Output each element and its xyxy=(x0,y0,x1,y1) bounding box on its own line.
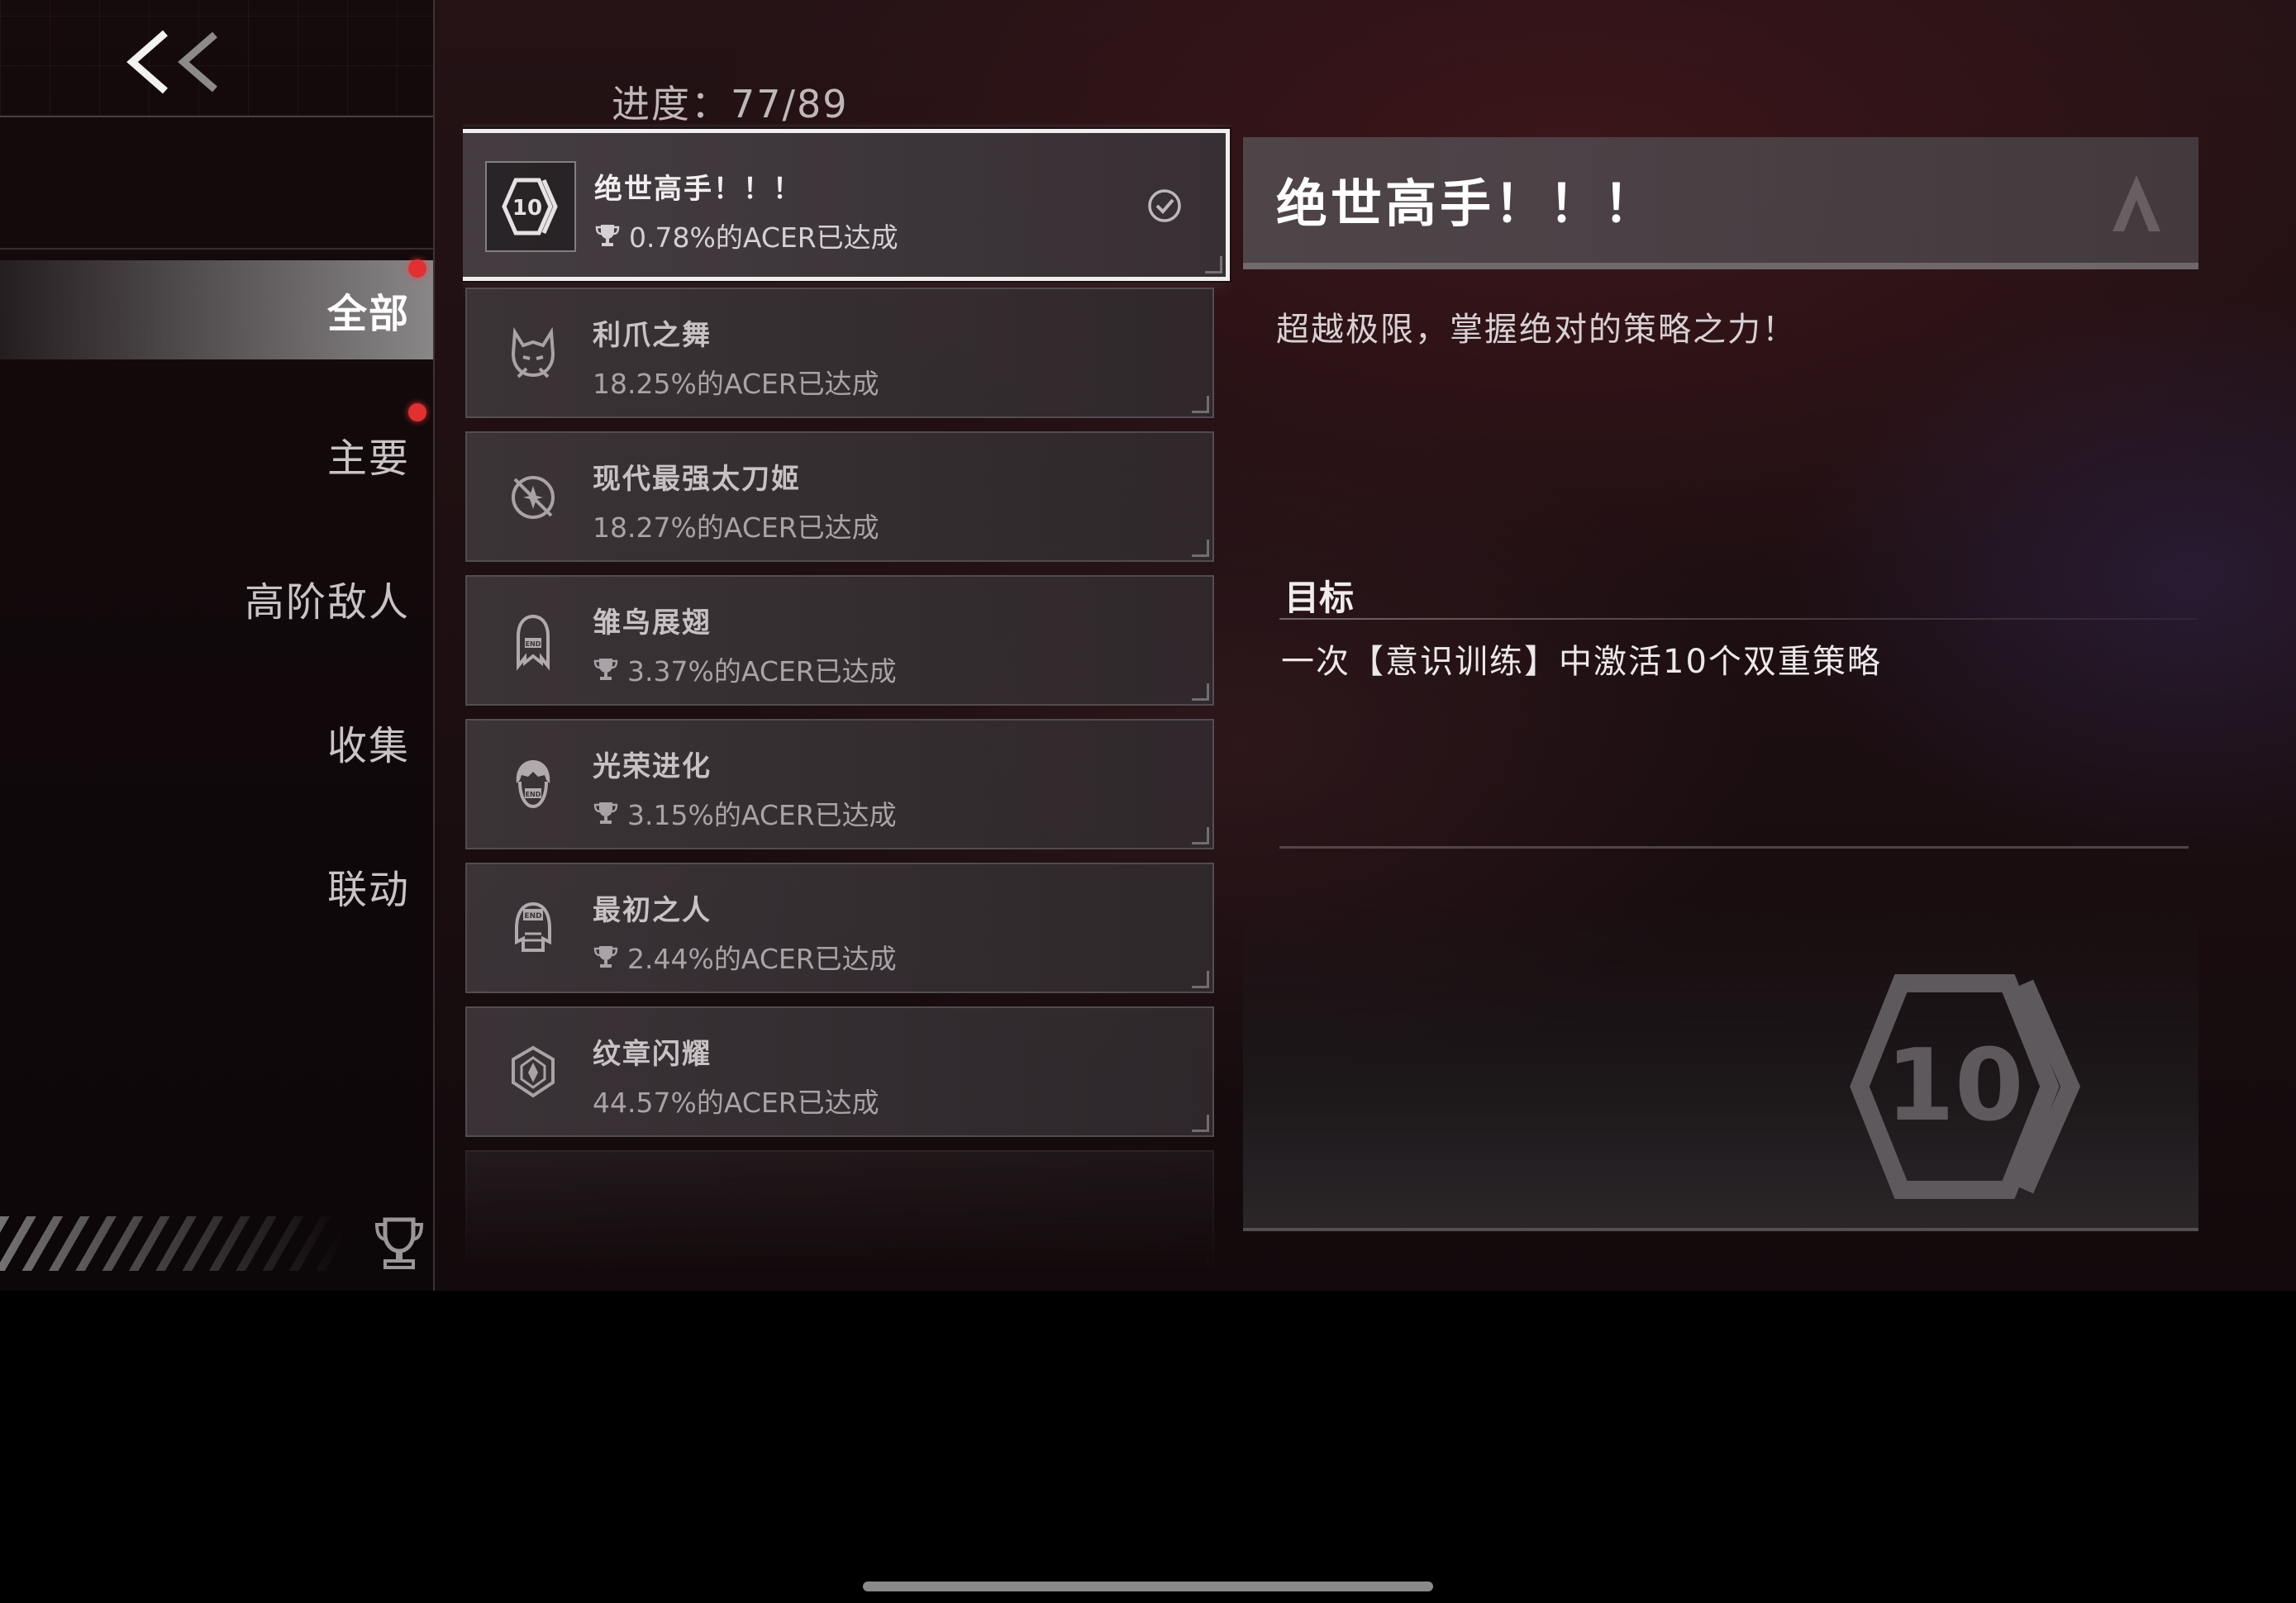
achievement-icon-box xyxy=(492,312,574,395)
sidebar-item-label: 收集 xyxy=(326,723,410,769)
achievement-icon-box: END xyxy=(492,600,574,683)
decorative-stripes xyxy=(0,1216,347,1271)
achievement-rate-row: 3.15%的ACER已达成 xyxy=(593,793,897,833)
cat-claw-icon xyxy=(511,326,555,378)
goal-label: 目标 xyxy=(1284,578,1355,618)
achievement-card[interactable]: 利爪之舞 18.25%的ACER已达成 xyxy=(465,288,1214,418)
goal-divider xyxy=(1279,618,2197,620)
hexagon-10-icon: 10 xyxy=(1850,974,2081,1199)
girl-end-mask-icon: END xyxy=(517,614,550,671)
notification-badge xyxy=(408,403,426,421)
svg-text:END: END xyxy=(524,912,541,920)
achievement-card[interactable]: END 雏鸟展翅 3.37%的ACER已达成 xyxy=(465,575,1214,706)
svg-text:10: 10 xyxy=(512,196,542,221)
achievement-rate-row: 3.37%的ACER已达成 xyxy=(593,649,897,689)
svg-text:END: END xyxy=(526,640,541,648)
detail-title: 绝世高手！！！ xyxy=(1276,174,1659,234)
sidebar-item-all[interactable]: 全部 xyxy=(0,260,433,359)
achievement-rate: 18.27%的ACER已达成 xyxy=(593,511,879,544)
achievement-icon-box: END xyxy=(492,744,574,826)
achievement-title: 绝世高手！！！ xyxy=(594,173,803,206)
achievements-screen: 全部 主要 高阶敌人 收集 联动 进度：77/89 10 绝世高手！！！ 0.7… xyxy=(0,0,2296,1291)
end-mask-icon: END xyxy=(515,901,551,952)
game-logo-icon xyxy=(2113,175,2160,231)
achievement-card[interactable]: END 最初之人 2.44%的ACER已达成 xyxy=(465,863,1214,993)
sidebar-item-label: 全部 xyxy=(326,291,410,337)
detail-header: 绝世高手！！！ xyxy=(1243,137,2198,269)
goal-bottom-divider xyxy=(1279,846,2189,849)
back-button[interactable] xyxy=(116,25,240,99)
achievement-card[interactable]: 纹章闪耀 44.57%的ACER已达成 xyxy=(465,1006,1214,1137)
achievement-rate: 18.25%的ACER已达成 xyxy=(593,368,879,400)
achievement-title: 雏鸟展翅 xyxy=(593,606,712,640)
trophy-icon xyxy=(595,225,620,246)
achievement-title: 纹章闪耀 xyxy=(593,1038,712,1071)
achievement-icon-box: 10 xyxy=(485,161,576,252)
achievement-rate: 0.78%的ACER已达成 xyxy=(629,221,898,254)
svg-text:END: END xyxy=(526,791,541,798)
achievement-icon-box xyxy=(492,1031,574,1114)
sidebar-item-main[interactable]: 主要 xyxy=(21,405,418,504)
achievement-card[interactable]: END 光荣进化 3.15%的ACER已达成 xyxy=(465,719,1214,849)
achievement-rate-row: 0.78%的ACER已达成 xyxy=(594,216,898,255)
goal-text: 一次【意识训练】中激活10个双重策略 xyxy=(1281,643,1882,681)
achievement-rate: 2.44%的ACER已达成 xyxy=(627,943,897,975)
achievement-title: 最初之人 xyxy=(593,894,712,927)
achievement-card-selected[interactable]: 10 绝世高手！！！ 0.78%的ACER已达成 xyxy=(463,129,1230,281)
trophy-icon xyxy=(593,659,618,680)
achievement-rate-row: 18.25%的ACER已达成 xyxy=(593,362,879,402)
achievement-rate: 3.15%的ACER已达成 xyxy=(627,799,897,831)
crossed-sword-icon xyxy=(512,476,555,519)
sidebar-item-collection[interactable]: 收集 xyxy=(21,692,418,792)
trophy-icon xyxy=(593,946,618,968)
svg-text:10: 10 xyxy=(1886,1029,2024,1144)
boy-end-mask-icon: END xyxy=(516,760,550,809)
sidebar-item-collab[interactable]: 联动 xyxy=(21,836,418,935)
achievement-card[interactable] xyxy=(465,1150,1214,1272)
achievement-rate-row: 44.57%的ACER已达成 xyxy=(593,1081,879,1120)
sidebar-item-label: 高阶敌人 xyxy=(244,579,410,626)
achievement-title: 利爪之舞 xyxy=(593,319,712,352)
achievement-title: 光荣进化 xyxy=(593,750,712,783)
sidebar-item-advanced-enemies[interactable]: 高阶敌人 xyxy=(21,549,418,648)
category-sidebar: 全部 主要 高阶敌人 收集 联动 xyxy=(0,0,435,1291)
trophy-icon xyxy=(374,1217,424,1269)
achievement-rate: 44.57%的ACER已达成 xyxy=(593,1087,879,1119)
achievement-icon-box xyxy=(492,456,574,539)
sidebar-item-label: 联动 xyxy=(326,867,410,913)
sidebar-item-label: 主要 xyxy=(326,435,410,482)
detail-description: 超越极限，掌握绝对的策略之力！ xyxy=(1276,311,1797,349)
hexagon-10-icon: 10 xyxy=(502,178,558,235)
crest-icon xyxy=(512,1045,555,1098)
achievement-rate: 3.37%的ACER已达成 xyxy=(627,655,897,687)
achievement-list[interactable]: 10 绝世高手！！！ 0.78%的ACER已达成 利爪之舞 18.25%的ACE… xyxy=(463,124,1231,1272)
sidebar-divider xyxy=(0,248,433,250)
trophy-icon xyxy=(593,802,618,824)
progress-counter: 进度：77/89 xyxy=(612,82,849,126)
back-area xyxy=(0,0,433,117)
achievement-icon-box: END xyxy=(492,887,574,970)
achievement-title: 现代最强太刀姬 xyxy=(593,463,801,496)
home-indicator[interactable] xyxy=(863,1582,1433,1591)
achievement-card[interactable]: 现代最强太刀姬 18.27%的ACER已达成 xyxy=(465,431,1214,562)
achievement-rate-row: 18.27%的ACER已达成 xyxy=(593,506,879,545)
achievement-rate-row: 2.44%的ACER已达成 xyxy=(593,937,897,977)
checkmark-circle-icon xyxy=(1148,189,1181,222)
notification-badge xyxy=(408,259,426,278)
